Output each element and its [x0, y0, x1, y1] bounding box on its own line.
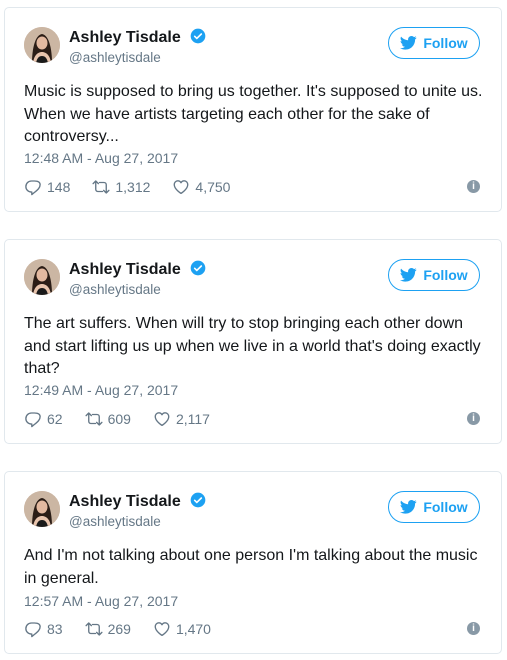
display-name[interactable]: Ashley Tisdale [69, 28, 206, 47]
tweet-timestamp[interactable]: 12:57 AM - Aug 27, 2017 [24, 593, 178, 609]
twitter-bird-icon [400, 500, 417, 514]
heart-icon [154, 412, 170, 427]
tweet-timestamp[interactable]: 12:49 AM - Aug 27, 2017 [24, 382, 178, 398]
retweet-button[interactable]: 1,312 [92, 178, 150, 196]
avatar[interactable] [24, 259, 60, 295]
display-name[interactable]: Ashley Tisdale [69, 492, 206, 511]
follow-label: Follow [423, 267, 468, 283]
follow-button[interactable]: Follow [388, 27, 480, 59]
reply-icon [25, 412, 41, 428]
reply-icon [25, 180, 41, 196]
twitter-bird-icon [400, 268, 417, 282]
tweet-actions: 83 269 1,470 i [24, 619, 482, 639]
heart-icon [154, 622, 170, 637]
like-button[interactable]: 4,750 [172, 178, 230, 196]
tweet-card: Ashley Tisdale @ashleytisdale Follow Mus… [4, 7, 502, 212]
tweet-text: The art suffers. When will try to stop b… [24, 315, 481, 377]
tweet-actions: 62 609 2,117 i [24, 409, 482, 429]
verified-badge-icon [190, 28, 206, 44]
like-count: 1,470 [175, 621, 211, 637]
info-icon[interactable]: i [467, 412, 480, 425]
verified-badge-icon [190, 492, 206, 508]
reply-button[interactable]: 83 [24, 620, 63, 638]
like-button[interactable]: 2,117 [153, 410, 210, 428]
display-name-text[interactable]: Ashley Tisdale [69, 261, 181, 278]
display-name-text[interactable]: Ashley Tisdale [69, 493, 181, 510]
retweet-icon [92, 180, 110, 194]
display-name-text[interactable]: Ashley Tisdale [69, 29, 181, 46]
reply-count: 62 [47, 411, 63, 427]
tweet-card: Ashley Tisdale @ashleytisdale Follow The… [4, 239, 502, 444]
reply-count: 148 [47, 179, 71, 195]
info-icon[interactable]: i [467, 180, 480, 193]
follow-label: Follow [423, 35, 468, 51]
twitter-bird-icon [400, 36, 417, 50]
display-name[interactable]: Ashley Tisdale [69, 260, 206, 279]
tweet-text: And I'm not talking about one person I'm… [24, 547, 478, 587]
verified-badge-icon [190, 260, 206, 276]
user-handle[interactable]: @ashleytisdale [69, 50, 161, 65]
tweet-card: Ashley Tisdale @ashleytisdale Follow And… [4, 471, 502, 654]
retweet-icon [85, 412, 103, 426]
retweet-count: 269 [107, 621, 131, 637]
reply-icon [25, 622, 41, 638]
user-handle[interactable]: @ashleytisdale [69, 514, 161, 529]
reply-button[interactable]: 148 [24, 178, 70, 196]
follow-button[interactable]: Follow [388, 491, 480, 523]
tweet-text: Music is supposed to bring us together. … [24, 83, 483, 145]
retweet-count: 609 [107, 411, 131, 427]
reply-button[interactable]: 62 [24, 410, 63, 428]
follow-button[interactable]: Follow [388, 259, 480, 291]
like-count: 2,117 [175, 411, 210, 427]
avatar[interactable] [24, 491, 60, 527]
like-count: 4,750 [195, 179, 231, 195]
user-handle[interactable]: @ashleytisdale [69, 282, 161, 297]
avatar[interactable] [24, 27, 60, 63]
retweet-button[interactable]: 609 [85, 410, 131, 428]
info-icon[interactable]: i [467, 622, 480, 635]
tweet-actions: 148 1,312 4,750 i [24, 177, 482, 197]
tweet-timestamp[interactable]: 12:48 AM - Aug 27, 2017 [24, 150, 178, 166]
like-button[interactable]: 1,470 [153, 620, 211, 638]
retweet-button[interactable]: 269 [85, 620, 131, 638]
retweet-count: 1,312 [115, 179, 151, 195]
reply-count: 83 [47, 621, 63, 637]
retweet-icon [85, 622, 103, 636]
heart-icon [173, 180, 189, 195]
follow-label: Follow [423, 499, 468, 515]
